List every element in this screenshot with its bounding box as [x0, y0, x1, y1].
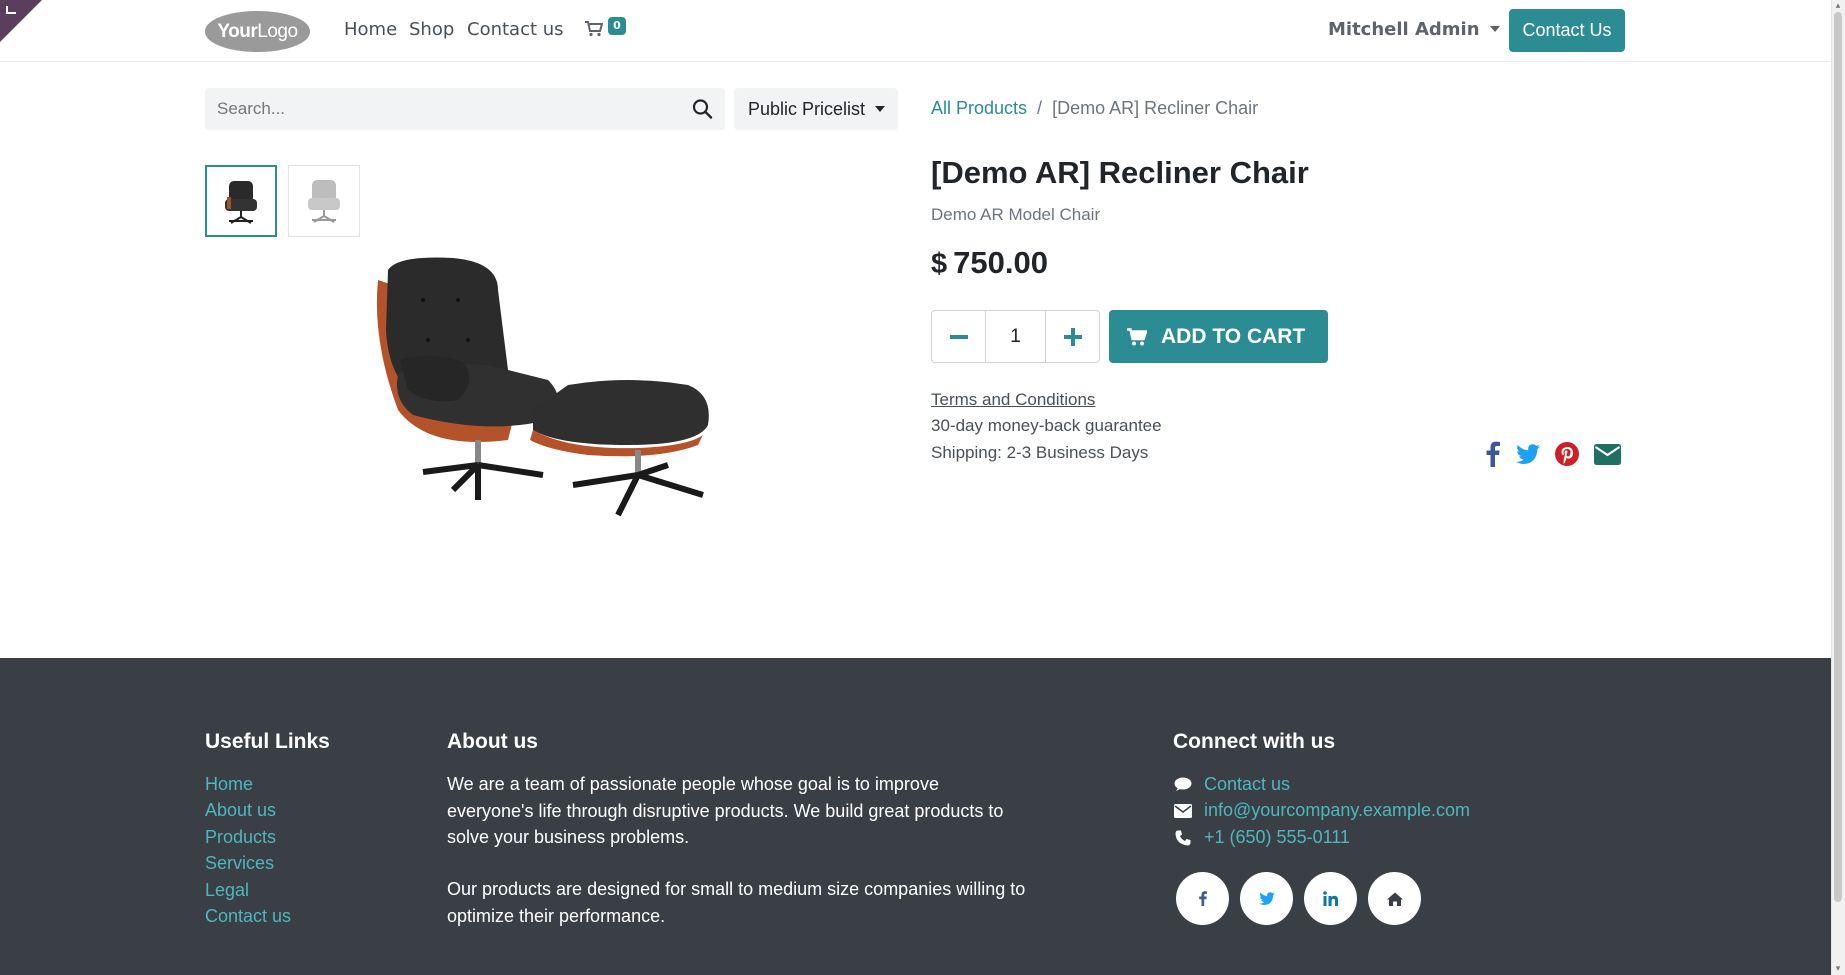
linkedin-icon: [1323, 891, 1338, 906]
logo-text-bold: Your: [217, 20, 258, 42]
search-input[interactable]: [217, 88, 657, 130]
social-facebook-button[interactable]: [1176, 872, 1229, 925]
envelope-icon: [1173, 802, 1193, 820]
nav-shop[interactable]: Shop: [409, 19, 454, 40]
useful-links-heading: Useful Links: [205, 730, 330, 753]
facebook-icon: [1198, 891, 1207, 906]
price-currency: $: [931, 248, 948, 280]
contact-row: Contact us: [1173, 774, 1290, 795]
terms-and-conditions-link[interactable]: Terms and Conditions: [931, 390, 1095, 410]
breadcrumb-separator: /: [1037, 98, 1043, 118]
minus-icon: [949, 334, 968, 339]
pinterest-icon: [1555, 442, 1579, 466]
chair-thumbnail-dark: [225, 181, 257, 224]
footer-link-products[interactable]: Products: [205, 827, 276, 848]
social-linkedin-button[interactable]: [1304, 872, 1357, 925]
quantity-stepper: 1: [931, 310, 1100, 363]
chevron-down-icon: [875, 105, 886, 112]
scroll-down-arrow-icon[interactable]: ▾: [1834, 965, 1842, 974]
contact-us-button[interactable]: Contact Us: [1509, 9, 1625, 52]
social-twitter-button[interactable]: [1240, 872, 1293, 925]
connect-heading: Connect with us: [1173, 730, 1336, 753]
plus-icon: [1063, 327, 1082, 346]
chevron-down-icon: [1489, 25, 1500, 32]
product-thumbnail-1[interactable]: [205, 165, 277, 237]
add-to-cart-button[interactable]: ADD TO CART: [1109, 310, 1328, 363]
guarantee-text: 30-day money-back guarantee: [931, 416, 1162, 435]
share-facebook[interactable]: [1484, 440, 1502, 468]
scrollbar-thumb[interactable]: [1834, 12, 1842, 902]
about-paragraph-2: Our products are designed for small to m…: [447, 879, 1026, 926]
home-icon: [1386, 892, 1403, 906]
search-box: [205, 88, 725, 130]
about-us-heading: About us: [447, 730, 538, 753]
add-to-cart-label: ADD TO CART: [1161, 324, 1306, 348]
footer-link-services[interactable]: Services: [205, 853, 274, 874]
quantity-input[interactable]: 1: [985, 311, 1046, 362]
pricelist-label: Public Pricelist: [748, 99, 866, 119]
chair-thumbnail-light: [308, 180, 340, 223]
share-twitter[interactable]: [1515, 440, 1541, 468]
product-title: [Demo AR] Recliner Chair: [931, 155, 1309, 190]
share-email[interactable]: [1593, 440, 1621, 468]
about-paragraph-1: We are a team of passionate people whose…: [447, 774, 1004, 847]
footer-link-legal[interactable]: Legal: [205, 880, 249, 901]
twitter-icon: [1258, 892, 1275, 905]
footer-link-home[interactable]: Home: [205, 774, 253, 795]
footer-link-about-us[interactable]: About us: [205, 800, 276, 821]
site-header: YourLogo Home Shop Contact us 0 Mitchell…: [0, 0, 1831, 62]
decrease-quantity-button[interactable]: [932, 311, 985, 362]
footer-phone-link[interactable]: +1 (650) 555-0111: [1204, 827, 1350, 848]
user-name: Mitchell Admin: [1328, 19, 1480, 40]
pricelist-dropdown[interactable]: Public Pricelist: [734, 88, 898, 130]
increase-quantity-button[interactable]: [1046, 311, 1099, 362]
nav-contact-us[interactable]: Contact us: [467, 19, 564, 40]
product-price: $750.00: [931, 245, 1048, 281]
nav-home[interactable]: Home: [344, 19, 397, 40]
site-logo[interactable]: YourLogo: [205, 11, 310, 52]
footer-contact-link[interactable]: Contact us: [1204, 774, 1290, 795]
footer-email-link[interactable]: info@yourcompany.example.com: [1204, 800, 1470, 821]
phone-row: +1 (650) 555-0111: [1173, 827, 1350, 848]
product-thumbnail-2[interactable]: [288, 165, 360, 237]
breadcrumb: All Products / [Demo AR] Recliner Chair: [931, 98, 1258, 119]
phone-icon: [1173, 829, 1193, 847]
corner-arrow-icon: [6, 6, 16, 14]
email-row: info@yourcompany.example.com: [1173, 800, 1470, 821]
search-icon[interactable]: [691, 98, 715, 120]
shopping-cart-icon: [1127, 327, 1147, 345]
footer-link-contact-us[interactable]: Contact us: [205, 906, 291, 927]
user-menu[interactable]: Mitchell Admin: [1328, 19, 1500, 40]
cart-count-badge: 0: [608, 17, 626, 35]
social-home-button[interactable]: [1368, 872, 1421, 925]
scroll-up-arrow-icon[interactable]: ▴: [1834, 2, 1842, 11]
cart-icon[interactable]: [585, 21, 603, 37]
envelope-icon: [1593, 443, 1621, 465]
breadcrumb-all-products[interactable]: All Products: [931, 98, 1027, 118]
shipping-text: Shipping: 2-3 Business Days: [931, 443, 1149, 462]
logo-text-rest: Logo: [257, 20, 298, 42]
comment-icon: [1173, 776, 1193, 794]
twitter-icon: [1516, 444, 1540, 464]
price-amount: 750.00: [953, 245, 1048, 280]
facebook-icon: [1486, 441, 1500, 467]
product-subtitle: Demo AR Model Chair: [931, 205, 1101, 224]
vertical-scrollbar[interactable]: ▴ ▾: [1831, 0, 1845, 975]
product-main-image[interactable]: [368, 250, 723, 530]
breadcrumb-current: [Demo AR] Recliner Chair: [1052, 98, 1259, 118]
share-pinterest[interactable]: [1555, 440, 1579, 468]
